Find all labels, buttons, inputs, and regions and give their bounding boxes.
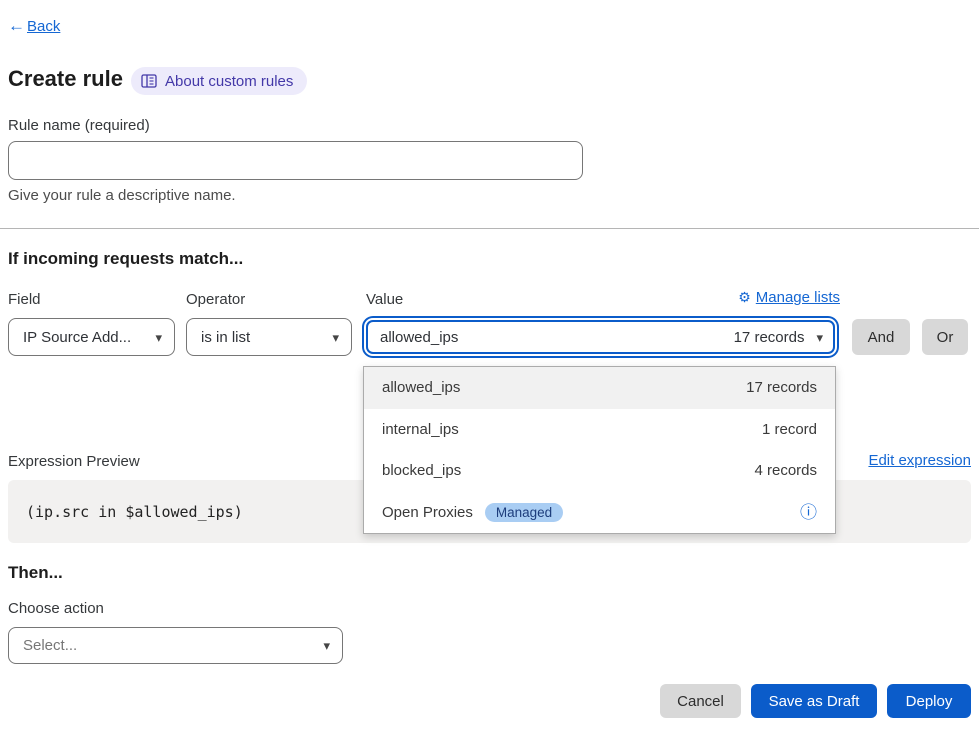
manage-lists-label: Manage lists [756,289,840,306]
list-option-name: internal_ips [382,421,459,438]
back-arrow-icon: ← [8,16,25,36]
operator-select[interactable]: is in list ▾ [186,318,352,356]
value-select-value: allowed_ips [380,329,458,346]
rule-name-helper-text: Give your rule a descriptive name. [8,187,236,204]
list-option-open-proxies[interactable]: Open Proxies Managed ⓘ [364,492,835,534]
field-select-value: IP Source Add... [23,329,131,346]
list-option-blocked-ips[interactable]: blocked_ips 4 records [364,450,835,492]
choose-action-label: Choose action [8,600,104,617]
page-title: Create rule [8,66,123,92]
manage-lists-link[interactable]: ⚙ Manage lists [738,289,840,306]
then-section-heading: Then... [8,563,63,583]
gear-icon: ⚙ [738,289,751,306]
list-option-name: Open Proxies [382,504,473,521]
rule-name-label: Rule name (required) [8,117,150,134]
list-option-record-count: 1 record [762,421,817,438]
list-option-record-count: 4 records [754,462,817,479]
info-icon[interactable]: ⓘ [800,504,817,521]
book-icon [141,74,157,88]
deploy-button[interactable]: Deploy [887,684,971,718]
match-section-heading: If incoming requests match... [8,249,243,269]
field-select[interactable]: IP Source Add... ▾ [8,318,175,356]
value-dropdown-menu: allowed_ips 17 records internal_ips 1 re… [363,366,836,534]
list-option-allowed-ips[interactable]: allowed_ips 17 records [364,367,835,409]
field-column-label: Field [8,291,41,308]
operator-column-label: Operator [186,291,245,308]
edit-expression-link[interactable]: Edit expression [868,452,971,469]
value-column-label: Value [366,291,403,308]
expression-code: (ip.src in $allowed_ips) [26,503,243,521]
cancel-button[interactable]: Cancel [660,684,741,718]
save-as-draft-button[interactable]: Save as Draft [751,684,877,718]
chevron-down-icon: ▾ [155,331,162,344]
list-option-name: blocked_ips [382,462,461,479]
action-select-placeholder: Select... [23,637,77,654]
value-select-record-count: 17 records [734,329,805,346]
chevron-down-icon: ▾ [323,639,330,652]
chevron-down-icon: ▾ [332,331,339,344]
action-select[interactable]: Select... ▾ [8,627,343,664]
rule-name-input[interactable] [8,141,583,180]
chevron-down-icon: ▾ [816,331,823,344]
about-custom-rules-badge[interactable]: About custom rules [131,67,307,95]
back-link[interactable]: ← Back [8,16,60,36]
expression-preview-label: Expression Preview [8,453,140,470]
operator-select-value: is in list [201,329,250,346]
or-button[interactable]: Or [922,319,968,355]
list-option-internal-ips[interactable]: internal_ips 1 record [364,409,835,451]
back-link-label: Back [27,18,60,35]
and-button[interactable]: And [852,319,910,355]
section-divider [0,228,979,229]
list-option-name: allowed_ips [382,379,460,396]
about-custom-rules-label: About custom rules [165,73,293,90]
list-option-record-count: 17 records [746,379,817,396]
managed-badge: Managed [485,503,563,523]
value-select[interactable]: allowed_ips 17 records ▾ [366,320,835,354]
create-rule-page: ← Back Create rule About custom rules Ru… [0,0,979,739]
